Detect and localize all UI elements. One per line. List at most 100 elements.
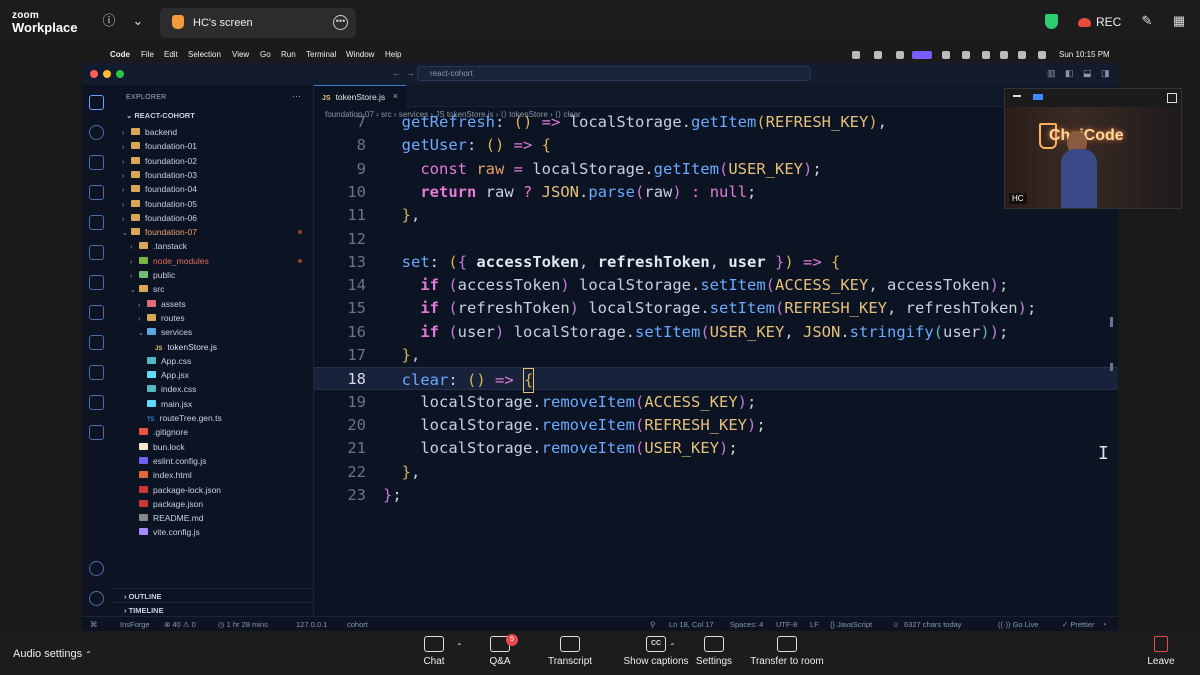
code-line[interactable]: 9 const raw = localStorage.getItem(USER_… [314, 158, 1118, 181]
tree-file[interactable]: TS routeTree.gen.ts [138, 411, 222, 425]
tab-tokenstore[interactable]: JS tokenStore.js × [314, 85, 406, 107]
code-editor[interactable]: JS tokenStore.js × foundation-07 › src › … [314, 85, 1118, 616]
code-line[interactable]: 7 getRefresh: () => localStorage.getItem… [314, 111, 1118, 134]
tree-folder[interactable]: ⌄ foundation-07 [122, 225, 197, 239]
status-icon[interactable] [962, 51, 970, 59]
code-line[interactable]: 21 localStorage.removeItem(USER_KEY); [314, 437, 1118, 460]
menu-help[interactable]: Help [385, 50, 401, 59]
tree-folder[interactable]: ⌄ src [130, 282, 164, 296]
menu-edit[interactable]: Edit [164, 50, 178, 59]
tree-file[interactable]: index.html [130, 468, 192, 482]
code-line[interactable]: 11 }, [314, 204, 1118, 227]
tree-file[interactable]: package.json [130, 497, 203, 511]
status-chars[interactable]: 6327 chars today [904, 620, 962, 629]
status-language[interactable]: {} JavaScript [830, 620, 872, 629]
view-icon[interactable] [1033, 94, 1043, 100]
info-icon[interactable]: ⓘ [100, 12, 118, 30]
code-line[interactable]: 14 if (accessToken) localStorage.setItem… [314, 274, 1118, 297]
control-center-icon[interactable] [1038, 51, 1046, 59]
status-icon[interactable] [942, 51, 950, 59]
tree-file[interactable]: main.jsx [138, 397, 192, 411]
tree-folder[interactable]: › foundation-02 [122, 154, 197, 168]
code-line[interactable]: 10 return raw ? JSON.parse(raw) : null; [314, 181, 1118, 204]
tree-folder[interactable]: ⌄ services [138, 325, 192, 339]
flask-icon[interactable] [89, 335, 104, 350]
explorer-icon[interactable] [89, 95, 104, 110]
tree-folder[interactable]: › backend [122, 125, 177, 139]
status-encoding[interactable]: UTF-8 [776, 620, 797, 629]
tree-folder[interactable]: › assets [138, 297, 186, 311]
tree-folder[interactable]: › routes [138, 311, 185, 325]
tree-file[interactable]: JS tokenStore.js [146, 340, 217, 354]
search-icon[interactable] [89, 125, 104, 140]
code-line[interactable]: 15 if (refreshToken) localStorage.setIte… [314, 297, 1118, 320]
status-time[interactable]: ◷ 1 hr 28 mins [218, 620, 268, 629]
search-icon[interactable]: ⚲ [650, 620, 656, 629]
code-line[interactable]: 23}; [314, 484, 1118, 507]
tree-folder[interactable]: › .tanstack [130, 239, 187, 253]
status-eol[interactable]: LF [810, 620, 819, 629]
menu-window[interactable]: Window [346, 50, 374, 59]
menu-run[interactable]: Run [281, 50, 296, 59]
outline-section[interactable]: › OUTLINE [112, 588, 314, 602]
menu-file[interactable]: File [141, 50, 154, 59]
tree-file[interactable]: vite.config.js [130, 525, 200, 539]
shield-icon[interactable] [1045, 14, 1058, 29]
tree-folder[interactable]: › foundation-05 [122, 197, 197, 211]
tree-file[interactable]: index.css [138, 382, 196, 396]
tree-file[interactable]: App.css [138, 354, 191, 368]
minimize-icon[interactable] [1013, 95, 1021, 97]
battery-icon[interactable] [1000, 51, 1008, 59]
source-control-icon[interactable] [89, 155, 104, 170]
python-icon[interactable] [89, 365, 104, 380]
code-line[interactable]: 20 localStorage.removeItem(REFRESH_KEY); [314, 414, 1118, 437]
forward-arrow-icon[interactable]: → [406, 68, 415, 78]
chat-options-chevron[interactable]: ⌃ [456, 642, 463, 651]
status-icon[interactable] [982, 51, 990, 59]
maximize-window-button[interactable] [116, 70, 124, 78]
code-line[interactable]: 18 clear: () => { [314, 367, 1118, 394]
minimize-window-button[interactable] [103, 70, 111, 78]
code-line[interactable]: 19 localStorage.removeItem(ACCESS_KEY); [314, 391, 1118, 414]
pencil-icon[interactable]: ✎ [1138, 12, 1156, 30]
status-problems[interactable]: ⊗ 40 ⚠ 0 [164, 620, 196, 629]
status-icon[interactable] [874, 51, 882, 59]
captions-options-chevron[interactable]: ⌃ [669, 642, 676, 651]
menubar-app-name[interactable]: Code [110, 50, 130, 59]
more-actions-icon[interactable]: ··· [292, 91, 301, 101]
transfer-to-room-button[interactable]: Transfer to room [746, 636, 828, 667]
bell-icon[interactable]: ◔ [1102, 620, 1107, 629]
audio-settings-button[interactable]: Audio settings ⌃ [13, 648, 92, 660]
close-window-button[interactable] [90, 70, 98, 78]
layers-icon[interactable] [89, 275, 104, 290]
transcript-button[interactable]: Transcript [542, 636, 598, 667]
code-line[interactable]: 12 [314, 228, 1118, 251]
tree-file[interactable]: eslint.config.js [130, 454, 206, 468]
close-tab-icon[interactable]: × [393, 91, 398, 101]
chat-button[interactable]: Chat [414, 636, 454, 667]
status-position[interactable]: Ln 18, Col 17 [669, 620, 714, 629]
settings-button[interactable]: Settings [690, 636, 738, 667]
menubar-clock[interactable]: Sun 10:15 PM [1059, 50, 1110, 59]
status-host[interactable]: 127.0.0.1 [296, 620, 327, 629]
menu-go[interactable]: Go [260, 50, 271, 59]
leave-button[interactable]: Leave [1146, 636, 1176, 667]
status-icon[interactable] [852, 51, 860, 59]
command-center[interactable]: react-cohort [417, 66, 811, 81]
status-spaces[interactable]: Spaces: 4 [730, 620, 763, 629]
status-icon[interactable] [896, 51, 904, 59]
tree-folder[interactable]: › foundation-01 [122, 139, 197, 153]
apps-grid-icon[interactable]: ▦ [1170, 12, 1188, 30]
tree-file[interactable]: .gitignore [130, 425, 188, 439]
webcam-video[interactable]: ChaiCode HC [1004, 88, 1182, 209]
tool-icon[interactable] [89, 425, 104, 440]
run-debug-icon[interactable] [89, 185, 104, 200]
extensions-icon[interactable] [89, 215, 104, 230]
tree-folder[interactable]: › node_modules [130, 254, 209, 268]
code-line[interactable]: 22 }, [314, 461, 1118, 484]
more-options-icon[interactable]: ••• [333, 15, 348, 30]
wifi-icon[interactable] [1018, 51, 1026, 59]
status-prettier[interactable]: ✓ Prettier [1062, 620, 1095, 629]
chevron-down-icon[interactable]: ⌄ [129, 12, 147, 30]
code-line[interactable]: 17 }, [314, 344, 1118, 367]
